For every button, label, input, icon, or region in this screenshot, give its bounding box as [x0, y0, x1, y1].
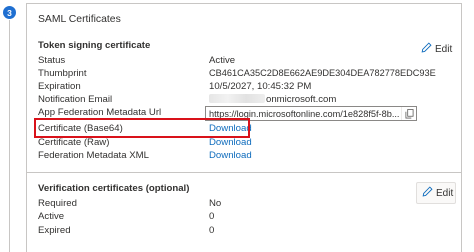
- copy-icon[interactable]: [401, 107, 416, 120]
- required-row: Required No: [38, 198, 418, 210]
- step-connector-line: [9, 20, 10, 252]
- active-label: Active: [38, 211, 65, 222]
- certificate-base64-row: Certificate (Base64) Download: [38, 123, 418, 135]
- federation-metadata-xml-download-link[interactable]: Download: [209, 150, 252, 161]
- required-value: No: [209, 198, 222, 209]
- expiration-label: Expiration: [38, 81, 81, 92]
- verification-certificates-heading: Verification certificates (optional): [38, 183, 190, 194]
- metadata-url-label: App Federation Metadata Url: [38, 107, 162, 118]
- active-value: 0: [209, 211, 215, 222]
- metadata-url-value[interactable]: https://login.microsoftonline.com/1e828f…: [206, 109, 401, 119]
- expiration-value: 10/5/2027, 10:45:32 PM: [209, 81, 312, 92]
- status-value: Active: [209, 55, 236, 66]
- certificate-base64-download-link[interactable]: Download: [209, 123, 252, 134]
- certificate-raw-download-link[interactable]: Download: [209, 137, 252, 148]
- thumbprint-row: Thumbprint CB461CA35C2D8E662AE9DE304DEA7…: [38, 68, 436, 80]
- certificate-base64-label: Certificate (Base64): [38, 123, 123, 134]
- required-label: Required: [38, 198, 77, 209]
- federation-metadata-xml-row: Federation Metadata XML Download: [38, 150, 418, 162]
- expired-row: Expired 0: [38, 225, 418, 237]
- status-label: Status: [38, 55, 66, 66]
- federation-metadata-xml-label: Federation Metadata XML: [38, 150, 149, 161]
- edit-token-signing-button[interactable]: Edit: [416, 38, 456, 60]
- notification-email-value: onmicrosoft.com: [209, 94, 336, 105]
- certificate-raw-label: Certificate (Raw): [38, 137, 110, 148]
- expired-value: 0: [209, 225, 215, 236]
- expiration-row: Expiration 10/5/2027, 10:45:32 PM: [38, 81, 418, 93]
- metadata-url-field[interactable]: https://login.microsoftonline.com/1e828f…: [205, 106, 417, 121]
- expired-label: Expired: [38, 225, 71, 236]
- certificate-raw-row: Certificate (Raw) Download: [38, 137, 418, 149]
- pencil-icon: [422, 186, 433, 200]
- notification-email-row: Notification Email onmicrosoft.com: [38, 94, 418, 106]
- edit-verification-button[interactable]: Edit: [416, 182, 456, 204]
- redacted-email-block: [209, 94, 265, 103]
- thumbprint-value: CB461CA35C2D8E662AE9DE304DEA782778EDC93E: [209, 68, 436, 78]
- edit-token-signing-label: Edit: [435, 43, 453, 55]
- notification-email-domain: onmicrosoft.com: [266, 94, 337, 105]
- active-row: Active 0: [38, 211, 418, 223]
- step-number-badge: 3: [3, 6, 16, 19]
- saml-certificates-title: SAML Certificates: [38, 14, 121, 25]
- thumbprint-label: Thumbprint: [38, 68, 87, 79]
- pencil-icon: [421, 42, 432, 56]
- edit-verification-label: Edit: [436, 187, 454, 199]
- status-row: Status Active: [38, 55, 418, 67]
- notification-email-label: Notification Email: [38, 94, 113, 105]
- token-signing-certificate-heading: Token signing certificate: [38, 40, 151, 51]
